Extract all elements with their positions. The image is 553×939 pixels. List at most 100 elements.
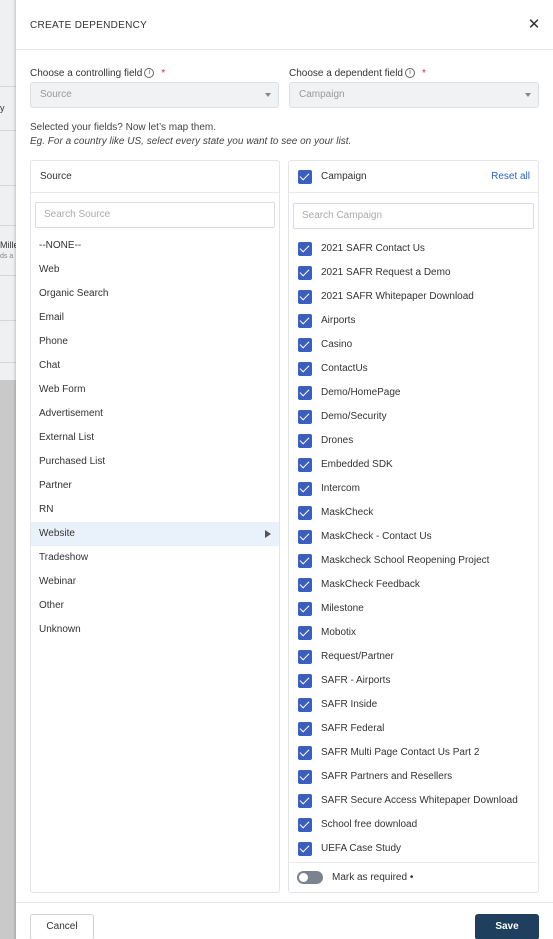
campaign-list-item[interactable]: Maskcheck School Reopening Project	[289, 549, 537, 573]
mark-required-label: Mark as required •	[332, 872, 413, 883]
source-search-input[interactable]: Search Source	[35, 202, 275, 228]
source-panel-title: Source	[40, 171, 72, 182]
campaign-checkbox[interactable]	[298, 362, 312, 376]
campaign-list-item[interactable]: Request/Partner	[289, 645, 537, 669]
campaign-list-item[interactable]: Casino	[289, 333, 537, 357]
campaign-checkbox[interactable]	[298, 554, 312, 568]
campaign-list-item[interactable]: Milestone	[289, 597, 537, 621]
controlling-field-label: Choose a controlling field i *	[30, 68, 165, 79]
source-list-item[interactable]: Webinar	[31, 570, 279, 594]
campaign-list-item[interactable]: Mobotix	[289, 621, 537, 645]
campaign-list-item[interactable]: Embedded SDK	[289, 453, 537, 477]
campaign-list-item[interactable]: SAFR Partners and Resellers	[289, 765, 537, 789]
source-list-item[interactable]: Tradeshow	[31, 546, 279, 570]
chevron-down-icon	[265, 93, 271, 97]
source-list-item[interactable]: Email	[31, 306, 279, 330]
source-item-label: Email	[39, 312, 65, 323]
campaign-checkbox[interactable]	[298, 794, 312, 808]
select-all-checkbox[interactable]	[298, 170, 312, 184]
source-panel: Source Search Source --NONE-- Web Organic …	[30, 160, 280, 893]
cancel-button[interactable]: Cancel	[30, 914, 94, 939]
source-list: --NONE-- Web Organic Search Email Phone Chat W…	[31, 234, 279, 642]
source-item-label: --NONE--	[39, 240, 82, 251]
campaign-checkbox[interactable]	[298, 266, 312, 280]
campaign-list-item[interactable]: SAFR Federal	[289, 717, 537, 741]
close-icon[interactable]: ✕	[525, 16, 543, 34]
save-button[interactable]: Save	[475, 914, 539, 939]
reset-all-link[interactable]: Reset all	[491, 171, 530, 182]
campaign-checkbox[interactable]	[298, 746, 312, 760]
campaign-list-item[interactable]: UEFA Case Study	[289, 837, 537, 861]
campaign-checkbox[interactable]	[298, 410, 312, 424]
campaign-list-item[interactable]: SAFR Multi Page Contact Us Part 2	[289, 741, 537, 765]
campaign-checkbox[interactable]	[298, 626, 312, 640]
campaign-checkbox[interactable]	[298, 698, 312, 712]
dependent-field-select[interactable]: Campaign	[289, 82, 539, 108]
campaign-checkbox[interactable]	[298, 290, 312, 304]
info-icon[interactable]: i	[404, 68, 415, 79]
source-list-item[interactable]: Other	[31, 594, 279, 618]
campaign-item-label: Embedded SDK	[321, 459, 393, 470]
source-list-item[interactable]: Chat	[31, 354, 279, 378]
source-list-item[interactable]: Phone	[31, 330, 279, 354]
controlling-field-select[interactable]: Source	[30, 82, 279, 108]
campaign-list-item[interactable]: MaskCheck - Contact Us	[289, 525, 537, 549]
source-item-label: Webinar	[39, 576, 77, 587]
source-list-item[interactable]: Advertisement	[31, 402, 279, 426]
campaign-search-input[interactable]: Search Campaign	[293, 203, 534, 229]
campaign-checkbox[interactable]	[298, 602, 312, 616]
source-list-item[interactable]: Web	[31, 258, 279, 282]
campaign-list-item[interactable]: Demo/HomePage	[289, 381, 537, 405]
campaign-item-label: 2021 SAFR Request a Demo	[321, 267, 451, 278]
source-list-item[interactable]: Web Form	[31, 378, 279, 402]
campaign-list-item[interactable]: School free download	[289, 813, 537, 837]
campaign-list-item[interactable]: 2021 SAFR Whitepaper Download	[289, 285, 537, 309]
source-list-item[interactable]: Organic Search	[31, 282, 279, 306]
source-list-item[interactable]: Partner	[31, 474, 279, 498]
campaign-checkbox[interactable]	[298, 722, 312, 736]
campaign-list-item[interactable]: Intercom	[289, 477, 537, 501]
info-icon[interactable]: i	[144, 68, 155, 79]
source-list-item[interactable]: Unknown	[31, 618, 279, 642]
mark-required-row: Mark as required •	[289, 862, 537, 892]
source-list-item[interactable]: External List	[31, 426, 279, 450]
campaign-list-item[interactable]: Airports	[289, 309, 537, 333]
campaign-checkbox[interactable]	[298, 434, 312, 448]
campaign-list-item[interactable]: 2021 SAFR Request a Demo	[289, 261, 537, 285]
required-dot: •	[409, 872, 414, 883]
campaign-checkbox[interactable]	[298, 482, 312, 496]
campaign-checkbox[interactable]	[298, 458, 312, 472]
campaign-list-item[interactable]: MaskCheck Feedback	[289, 573, 537, 597]
campaign-checkbox[interactable]	[298, 242, 312, 256]
campaign-list-item[interactable]: SAFR - Airports	[289, 669, 537, 693]
campaign-checkbox[interactable]	[298, 770, 312, 784]
campaign-checkbox[interactable]	[298, 506, 312, 520]
campaign-list-item[interactable]: ContactUs	[289, 357, 537, 381]
campaign-checkbox[interactable]	[298, 578, 312, 592]
campaign-checkbox[interactable]	[298, 386, 312, 400]
source-item-label: Web	[39, 264, 60, 275]
source-list-item[interactable]: Purchased List	[31, 450, 279, 474]
campaign-checkbox[interactable]	[298, 650, 312, 664]
campaign-item-label: Demo/Security	[321, 411, 387, 422]
campaign-list-item[interactable]: MaskCheck	[289, 501, 537, 525]
mark-required-toggle[interactable]	[297, 871, 323, 884]
campaign-checkbox[interactable]	[298, 818, 312, 832]
source-item-label: Web Form	[39, 384, 86, 395]
campaign-checkbox[interactable]	[298, 842, 312, 856]
campaign-list-item[interactable]: 2021 SAFR Contact Us	[289, 237, 537, 261]
campaign-item-label: MaskCheck - Contact Us	[321, 531, 432, 542]
campaign-item-label: Airports	[321, 315, 356, 326]
source-list-item[interactable]: --NONE--	[31, 234, 279, 258]
campaign-list-item[interactable]: Demo/Security	[289, 405, 537, 429]
source-list-item[interactable]: Website	[31, 522, 279, 546]
campaign-checkbox[interactable]	[298, 314, 312, 328]
campaign-list-item[interactable]: SAFR Secure Access Whitepaper Download	[289, 789, 537, 813]
source-list-item[interactable]: RN	[31, 498, 279, 522]
campaign-checkbox[interactable]	[298, 530, 312, 544]
campaign-list-item[interactable]: Drones	[289, 429, 537, 453]
campaign-list-item[interactable]: SAFR Inside	[289, 693, 537, 717]
controlling-field-value: Source	[40, 89, 72, 100]
campaign-checkbox[interactable]	[298, 674, 312, 688]
campaign-checkbox[interactable]	[298, 338, 312, 352]
